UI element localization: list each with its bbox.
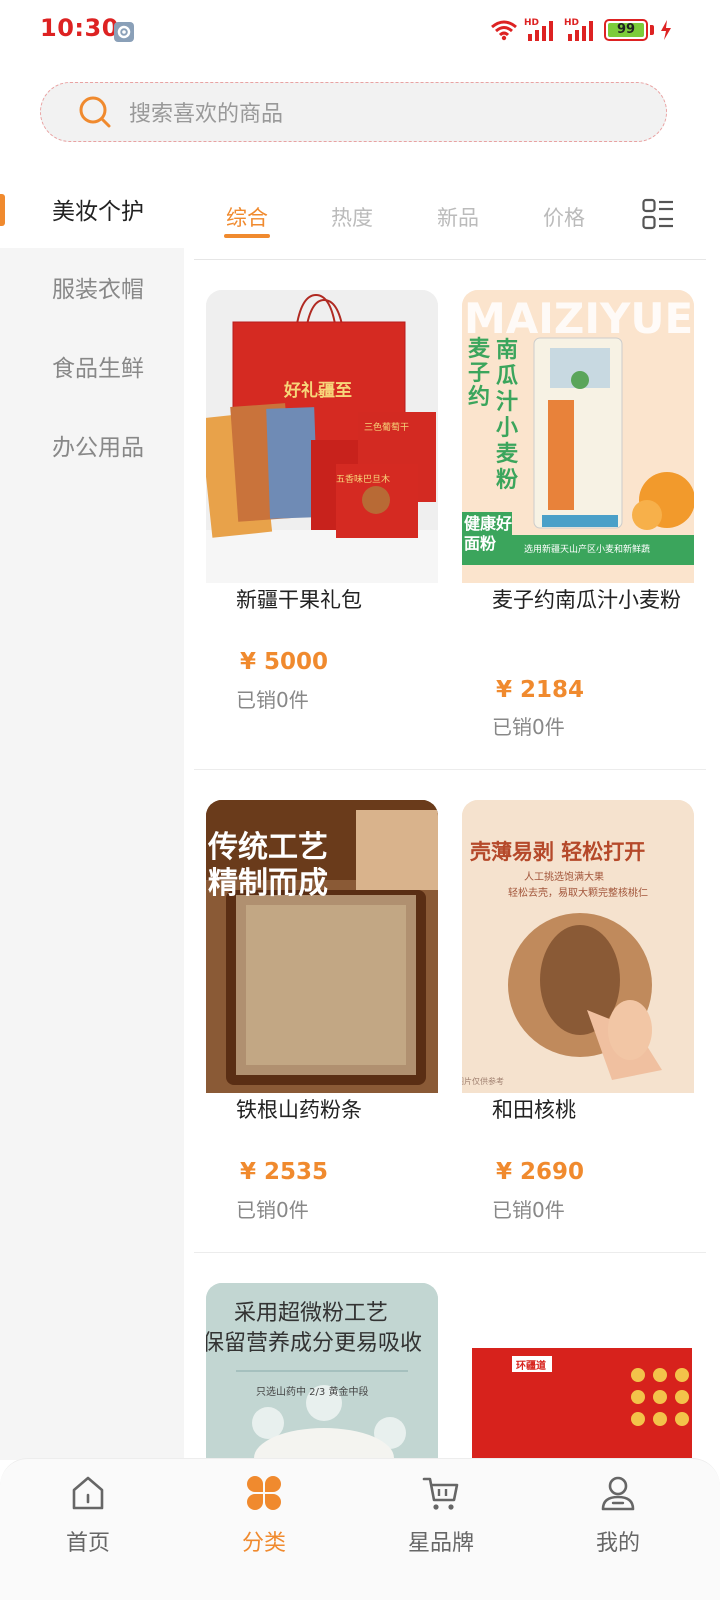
wifi-icon <box>491 20 517 41</box>
image-caption: 健康好面粉 <box>464 514 513 553</box>
image-caption: 好礼疆至 <box>284 381 352 401</box>
product-price: ¥ 2690 <box>496 1159 585 1185</box>
product-card[interactable]: 壳薄易剥 轻松打开 人工挑选饱满大果 轻松去壳，易取大颗完整核桃仁 图片仅供参考… <box>462 800 694 1230</box>
product-sold-count: 已销0件 <box>236 1198 309 1222</box>
nav-label: 星品牌 <box>407 1531 474 1556</box>
sidebar-item-food[interactable]: 食品生鲜 <box>0 327 184 405</box>
image-caption: 麦子约 <box>468 337 491 410</box>
product-image: 好礼疆至 三色葡萄干 五香味巴旦木 <box>206 290 438 583</box>
image-caption: 保留营养成分更易吸收 <box>206 1331 423 1356</box>
product-card[interactable]: 好礼疆至 三色葡萄干 五香味巴旦木 新疆干果礼包 ¥ 5000 已销0件 <box>206 290 438 730</box>
bottom-nav: 首页 分类 星品牌 我的 <box>0 1458 720 1600</box>
sidebar-item-clothing[interactable]: 服装衣帽 <box>0 248 184 326</box>
product-card[interactable]: 环疆道 <box>462 1283 694 1458</box>
image-caption: 三色葡萄干 <box>364 423 410 433</box>
charging-icon <box>661 20 671 40</box>
row-divider <box>194 769 706 770</box>
category-sidebar: 美妆个护 服装衣帽 食品生鲜 办公用品 <box>0 170 184 1460</box>
sidebar-item-beauty[interactable]: 美妆个护 <box>0 170 184 248</box>
product-image: 传统工艺 精制而成 <box>206 800 438 1093</box>
layout-toggle-icon[interactable] <box>642 198 674 230</box>
sort-bar: 综合 热度 新品 价格 <box>194 190 706 260</box>
nav-label: 分类 <box>241 1531 286 1556</box>
product-card[interactable]: 采用超微粉工艺 保留营养成分更易吸收 只选山药中 2/3 黄金中段 <box>206 1283 438 1458</box>
cart-icon <box>422 1477 459 1510</box>
row-divider <box>194 1252 706 1253</box>
home-icon <box>72 1476 104 1510</box>
status-indicators: HD HD 99 <box>490 18 672 42</box>
image-caption: 轻松去壳，易取大颗完整核桃仁 <box>508 888 648 899</box>
product-name: 铁根山药粉条 <box>236 1098 362 1122</box>
nav-label: 我的 <box>595 1531 640 1556</box>
image-caption: 环疆道 <box>516 1361 546 1372</box>
product-name: 和田核桃 <box>492 1098 576 1122</box>
product-sold-count: 已销0件 <box>492 715 565 739</box>
nav-profile[interactable]: 我的 <box>558 1473 678 1557</box>
hd-badge: HD <box>524 18 540 28</box>
sidebar-item-label: 办公用品 <box>52 435 144 461</box>
tab-comprehensive[interactable]: 综合 <box>226 202 268 232</box>
search-icon <box>79 96 111 128</box>
tab-popularity[interactable]: 热度 <box>331 202 373 232</box>
signal-icon-2: HD <box>564 18 598 42</box>
settings-gear-icon <box>114 22 134 42</box>
product-image: 壳薄易剥 轻松打开 人工挑选饱满大果 轻松去壳，易取大颗完整核桃仁 图片仅供参考 <box>462 800 694 1093</box>
product-price: ¥ 5000 <box>240 649 329 675</box>
product-price: ¥ 2184 <box>496 677 585 703</box>
search-placeholder: 搜索喜欢的商品 <box>129 102 284 127</box>
nav-star-brand[interactable]: 星品牌 <box>381 1473 501 1557</box>
product-card[interactable]: MAIZIYUE 麦子约 南瓜汁小麦粉 健康好面粉 选用新疆天山产区小麦和新鲜蔬… <box>462 290 694 750</box>
product-sold-count: 已销0件 <box>492 1198 565 1222</box>
battery-level: 99 <box>616 22 636 37</box>
product-name: 新疆干果礼包 <box>236 588 362 612</box>
image-caption: 精制而成 <box>208 866 328 901</box>
search-bar[interactable]: 搜索喜欢的商品 <box>40 82 667 142</box>
nav-home[interactable]: 首页 <box>28 1473 148 1557</box>
product-sold-count: 已销0件 <box>236 688 309 712</box>
sidebar-item-label: 美妆个护 <box>52 199 144 225</box>
product-name: 麦子约南瓜汁小麦粉 <box>492 588 681 612</box>
status-bar: 10:30 HD HD 99 <box>0 0 720 64</box>
image-caption: MAIZIYUE <box>464 294 694 343</box>
product-card[interactable]: 传统工艺 精制而成 铁根山药粉条 ¥ 2535 已销0件 <box>206 800 438 1230</box>
nav-label: 首页 <box>65 1531 110 1556</box>
image-caption: 五香味巴旦木 <box>336 475 391 485</box>
tab-new[interactable]: 新品 <box>437 202 479 232</box>
tab-price[interactable]: 价格 <box>543 202 585 232</box>
user-icon <box>601 1476 635 1511</box>
product-image: MAIZIYUE 麦子约 南瓜汁小麦粉 健康好面粉 选用新疆天山产区小麦和新鲜蔬 <box>462 290 694 583</box>
hd-badge: HD <box>564 18 580 28</box>
sidebar-item-office[interactable]: 办公用品 <box>0 406 184 484</box>
image-caption: 选用新疆天山产区小麦和新鲜蔬 <box>524 545 651 555</box>
sidebar-active-indicator <box>0 194 5 226</box>
product-price: ¥ 2535 <box>240 1159 329 1185</box>
image-caption: 人工挑选饱满大果 <box>524 872 604 883</box>
battery-tip <box>650 25 654 35</box>
sidebar-item-label: 服装衣帽 <box>52 277 144 303</box>
sidebar-item-label: 食品生鲜 <box>52 356 144 382</box>
image-caption: 图片仅供参考 <box>462 1077 504 1086</box>
category-icon <box>247 1476 281 1510</box>
product-image: 采用超微粉工艺 保留营养成分更易吸收 只选山药中 2/3 黄金中段 <box>206 1283 438 1458</box>
status-time: 10:30 <box>40 14 119 42</box>
image-caption: 南瓜汁小麦粉 <box>496 338 519 493</box>
signal-icon-1: HD <box>524 18 558 42</box>
image-caption: 采用超微粉工艺 <box>234 1301 389 1326</box>
image-caption: 壳薄易剥 轻松打开 <box>470 840 646 864</box>
image-caption: 只选山药中 2/3 黄金中段 <box>256 1387 369 1398</box>
battery-indicator: 99 <box>604 19 648 41</box>
product-image: 环疆道 <box>462 1283 694 1458</box>
nav-category[interactable]: 分类 <box>204 1473 324 1557</box>
active-tab-underline <box>224 234 270 238</box>
